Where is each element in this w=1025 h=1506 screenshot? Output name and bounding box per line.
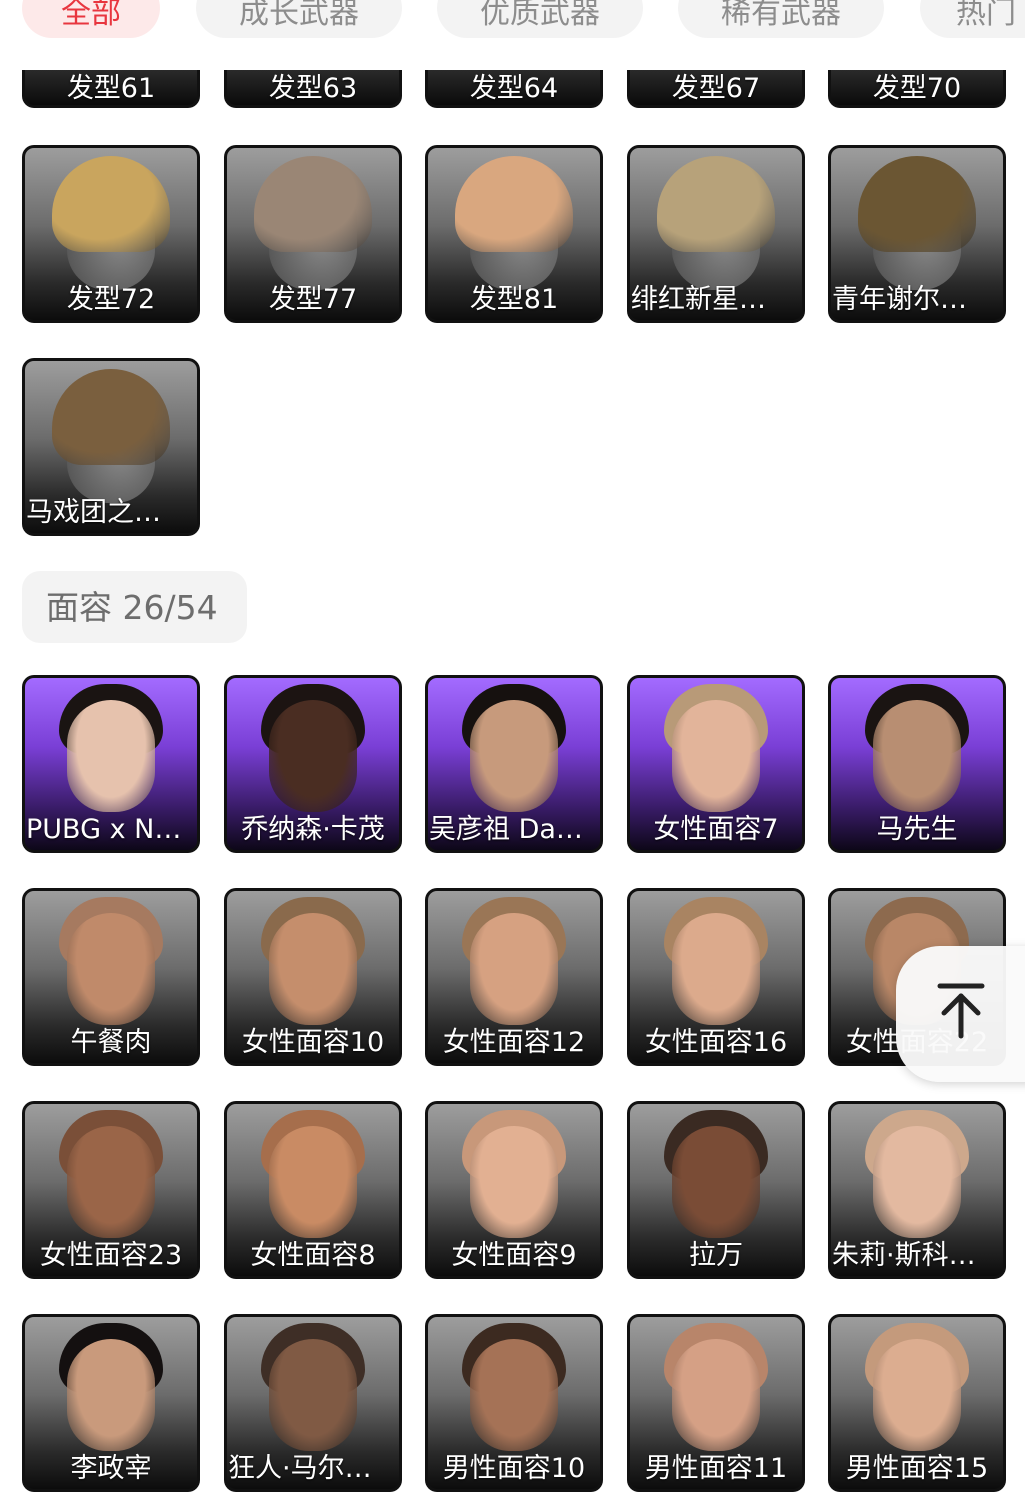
face-portrait: [269, 913, 357, 1025]
hair-item[interactable]: 发型64: [425, 70, 603, 108]
face-item[interactable]: 男性面容15: [828, 1314, 1006, 1492]
hair-item[interactable]: 发型63: [224, 70, 402, 108]
section-title-face: 面容 26/54: [22, 571, 247, 643]
arrow-up-to-top-icon: [937, 983, 985, 1039]
face-item[interactable]: 午餐肉: [22, 888, 200, 1066]
item-label: 拉万: [689, 1240, 743, 1271]
item-label: 吴彦祖 Da…: [429, 814, 583, 845]
item-label: 女性面容7: [653, 814, 779, 845]
face-item[interactable]: 女性面容8: [224, 1101, 402, 1279]
item-label: 马先生: [876, 814, 958, 845]
face-item[interactable]: 李政宰: [22, 1314, 200, 1492]
face-portrait: [470, 913, 558, 1025]
tab-rare-weapons[interactable]: 稀有武器: [678, 0, 884, 38]
face-portrait: [873, 700, 961, 812]
face-portrait: [67, 700, 155, 812]
face-item[interactable]: PUBG x N…: [22, 675, 200, 853]
tab-growth-weapons[interactable]: 成长武器: [196, 0, 402, 38]
item-label: 朱莉·斯科…: [832, 1240, 976, 1271]
item-label: 女性面容23: [39, 1240, 183, 1271]
item-label: 女性面容10: [241, 1027, 385, 1058]
face-portrait: [470, 1126, 558, 1238]
face-item[interactable]: 乔纳森·卡茂: [224, 675, 402, 853]
face-portrait: [873, 1339, 961, 1451]
hair-model: [455, 156, 573, 252]
face-portrait: [470, 1339, 558, 1451]
item-label: 发型72: [66, 284, 156, 315]
item-label: 女性面容16: [644, 1027, 788, 1058]
item-label: 青年谢尔…: [832, 284, 967, 315]
face-item[interactable]: 朱莉·斯科…: [828, 1101, 1006, 1279]
face-portrait: [67, 1339, 155, 1451]
hair-item[interactable]: 青年谢尔…: [828, 145, 1006, 323]
hair-item[interactable]: 发型70: [828, 70, 1006, 108]
face-portrait: [67, 913, 155, 1025]
face-item[interactable]: 马先生: [828, 675, 1006, 853]
back-to-top-button[interactable]: [896, 946, 1025, 1082]
item-label: 马戏团之…: [26, 497, 161, 528]
item-label: 男性面容11: [644, 1453, 788, 1484]
face-item[interactable]: 女性面容9: [425, 1101, 603, 1279]
hair-model: [254, 156, 372, 252]
item-label: 狂人·马尔…: [228, 1453, 372, 1484]
face-item[interactable]: 男性面容10: [425, 1314, 603, 1492]
item-label: 发型67: [671, 73, 761, 104]
item-label: 李政宰: [70, 1453, 152, 1484]
face-portrait: [269, 1339, 357, 1451]
hair-model: [52, 156, 170, 252]
face-item[interactable]: 女性面容12: [425, 888, 603, 1066]
hair-item[interactable]: 发型72: [22, 145, 200, 323]
face-portrait: [672, 1126, 760, 1238]
face-item[interactable]: 女性面容7: [627, 675, 805, 853]
item-label: PUBG x N…: [26, 814, 182, 845]
item-label: 男性面容15: [845, 1453, 989, 1484]
face-portrait: [672, 700, 760, 812]
item-label: 男性面容10: [442, 1453, 586, 1484]
hair-item[interactable]: 发型77: [224, 145, 402, 323]
face-portrait: [269, 700, 357, 812]
item-label: 发型64: [469, 73, 559, 104]
hair-item[interactable]: 马戏团之…: [22, 358, 200, 536]
hair-item[interactable]: 发型61: [22, 70, 200, 108]
face-portrait: [67, 1126, 155, 1238]
item-label: 绯红新星…: [631, 284, 766, 315]
tab-all[interactable]: 全部: [22, 0, 160, 38]
face-item[interactable]: 拉万: [627, 1101, 805, 1279]
face-portrait: [269, 1126, 357, 1238]
tab-popular[interactable]: 热门: [920, 0, 1025, 38]
item-label: 发型61: [66, 73, 156, 104]
face-portrait: [672, 913, 760, 1025]
item-label: 发型81: [469, 284, 559, 315]
item-label: 午餐肉: [70, 1027, 152, 1058]
item-label: 女性面容8: [250, 1240, 376, 1271]
hair-item[interactable]: 发型67: [627, 70, 805, 108]
face-item[interactable]: 男性面容11: [627, 1314, 805, 1492]
item-label: 发型77: [268, 284, 358, 315]
hair-item[interactable]: 发型81: [425, 145, 603, 323]
item-label: 女性面容12: [442, 1027, 586, 1058]
face-item[interactable]: 女性面容23: [22, 1101, 200, 1279]
face-item[interactable]: 女性面容16: [627, 888, 805, 1066]
hair-model: [52, 369, 170, 465]
item-label: 乔纳森·卡茂: [241, 814, 385, 845]
hair-model: [858, 156, 976, 252]
category-tabs: 全部 成长武器 优质武器 稀有武器 热门: [0, 0, 1025, 48]
face-item[interactable]: 吴彦祖 Da…: [425, 675, 603, 853]
face-item[interactable]: 狂人·马尔…: [224, 1314, 402, 1492]
tab-quality-weapons[interactable]: 优质武器: [437, 0, 643, 38]
item-label: 发型63: [268, 73, 358, 104]
item-label: 发型70: [872, 73, 962, 104]
hair-item[interactable]: 绯红新星…: [627, 145, 805, 323]
item-label: 女性面容9: [451, 1240, 577, 1271]
face-item[interactable]: 女性面容10: [224, 888, 402, 1066]
face-portrait: [470, 700, 558, 812]
face-portrait: [873, 1126, 961, 1238]
face-portrait: [672, 1339, 760, 1451]
hair-model: [657, 156, 775, 252]
